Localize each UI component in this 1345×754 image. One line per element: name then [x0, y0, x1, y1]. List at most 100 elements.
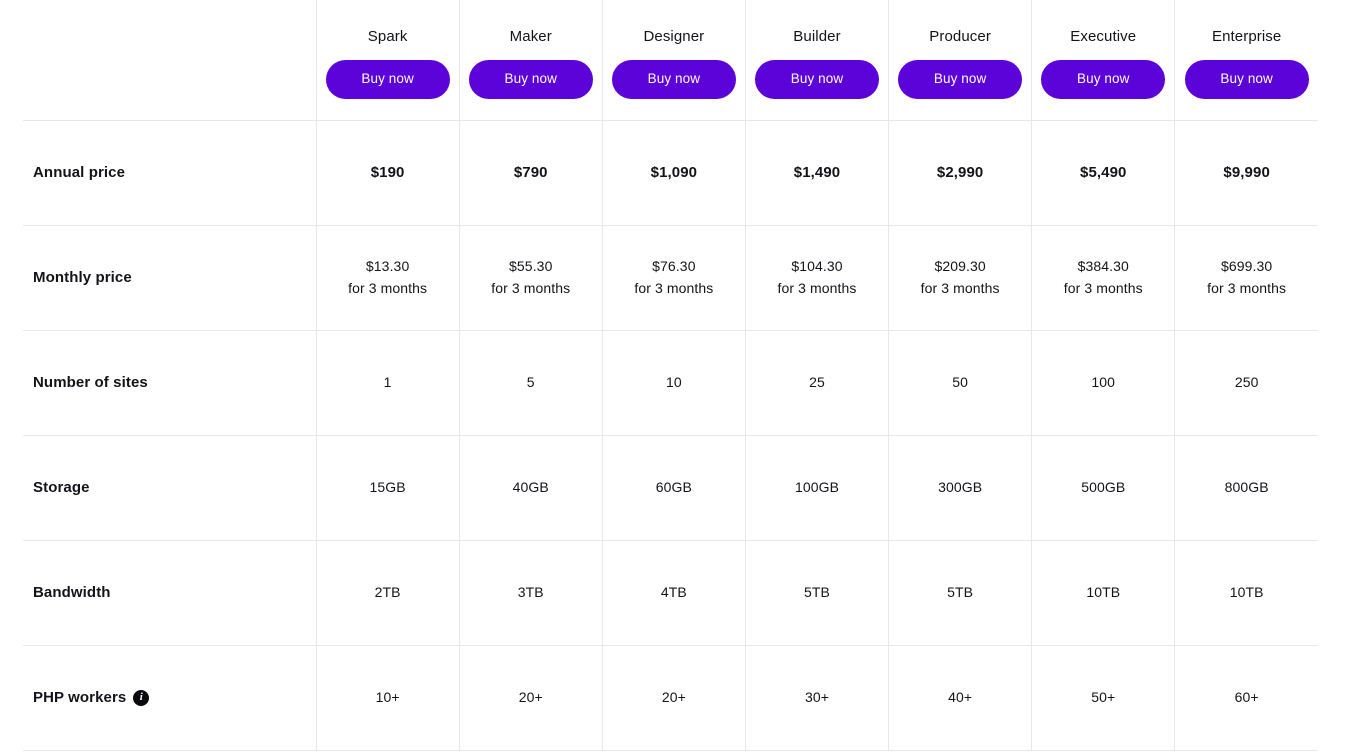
table-row: PHP workers i 10+ 20+ 20+ 30+ 40+ 50+ 60+	[23, 645, 1318, 751]
cell-value: 4TB	[660, 583, 687, 600]
cell-bandwidth-spark: 2TB	[315, 540, 460, 646]
feature-label-annual-price: Annual price	[23, 120, 317, 226]
cell-value: 300GB	[938, 478, 983, 495]
plan-header-maker: Maker Buy now	[458, 0, 603, 121]
cell-monthly-price-designer: $76.30 for 3 months	[601, 225, 746, 331]
plan-name-producer: Producer	[929, 28, 991, 45]
cell-value: 5	[526, 373, 535, 390]
table-row: Number of sites 1 5 10 25 50 100 250	[23, 330, 1318, 436]
cell-php-workers-executive: 50+	[1031, 645, 1175, 751]
cell-value: 15GB	[369, 478, 406, 495]
plan-name-designer: Designer	[643, 28, 705, 45]
buy-now-button-designer[interactable]: Buy now	[611, 60, 736, 99]
table-row: Bandwidth 2TB 3TB 4TB 5TB 5TB 10TB 10TB	[23, 540, 1318, 646]
cell-annual-price-producer: $2,990	[888, 120, 1032, 226]
cell-value: $9,990	[1223, 163, 1270, 181]
cell-value: $1,490	[793, 163, 841, 181]
plan-header-row: Spark Buy now Maker Buy now Designer Buy…	[23, 0, 1318, 121]
cell-value: 5TB	[804, 583, 830, 600]
cell-monthly-price-builder: $104.30 for 3 months	[744, 225, 889, 331]
cell-subnote: for 3 months	[491, 279, 571, 296]
plan-header-enterprise: Enterprise Buy now	[1174, 0, 1318, 121]
cell-value: 50+	[1091, 688, 1116, 705]
buy-now-button-enterprise[interactable]: Buy now	[1184, 60, 1309, 99]
feature-label-number-of-sites: Number of sites	[23, 330, 317, 436]
cell-bandwidth-producer: 5TB	[888, 540, 1032, 646]
feature-label-storage: Storage	[23, 435, 317, 541]
cell-value: 10+	[375, 688, 400, 705]
cell-value: $1,090	[650, 163, 698, 181]
buy-now-button-builder[interactable]: Buy now	[755, 60, 879, 99]
buy-now-button-executive[interactable]: Buy now	[1041, 60, 1166, 99]
buy-now-button-spark[interactable]: Buy now	[325, 60, 450, 99]
cell-subnote: for 3 months	[1063, 279, 1143, 296]
cell-value: 3TB	[517, 583, 544, 600]
feature-label-text: Monthly price	[33, 269, 132, 286]
cell-value: $76.30	[652, 257, 696, 274]
cell-annual-price-enterprise: $9,990	[1174, 120, 1318, 226]
cell-value: 60+	[1234, 688, 1259, 705]
cell-value: 30+	[804, 688, 830, 705]
plan-name-maker: Maker	[509, 28, 552, 45]
cell-sites-designer: 10	[601, 330, 746, 436]
cell-value: $2,990	[936, 163, 984, 181]
cell-monthly-price-producer: $209.30 for 3 months	[888, 225, 1032, 331]
cell-subnote: for 3 months	[777, 279, 857, 296]
cell-annual-price-designer: $1,090	[601, 120, 746, 226]
cell-value: $5,490	[1080, 163, 1127, 181]
pricing-comparison-table: Spark Buy now Maker Buy now Designer Buy…	[23, 0, 1318, 751]
cell-value: 100	[1091, 373, 1116, 390]
cell-value: $55.30	[509, 257, 553, 274]
plan-name-executive: Executive	[1070, 28, 1137, 45]
buy-now-button-maker[interactable]: Buy now	[468, 60, 593, 99]
cell-value: 1	[383, 373, 392, 390]
cell-value: $104.30	[791, 257, 843, 274]
info-icon[interactable]: i	[133, 689, 150, 706]
cell-storage-designer: 60GB	[601, 435, 746, 541]
cell-sites-producer: 50	[888, 330, 1032, 436]
cell-sites-spark: 1	[315, 330, 460, 436]
cell-bandwidth-enterprise: 10TB	[1174, 540, 1318, 646]
table-row: Storage 15GB 40GB 60GB 100GB 300GB 500GB…	[23, 435, 1318, 541]
cell-sites-builder: 25	[744, 330, 889, 436]
table-body: Annual price $190 $790 $1,090 $1,490 $2,…	[23, 120, 1318, 751]
cell-value: 10TB	[1086, 583, 1121, 600]
cell-value: 250	[1234, 373, 1259, 390]
cell-storage-maker: 40GB	[458, 435, 603, 541]
cell-sites-executive: 100	[1031, 330, 1175, 436]
cell-bandwidth-designer: 4TB	[601, 540, 746, 646]
cell-value: 5TB	[947, 583, 974, 600]
table-row: Monthly price $13.30 for 3 months $55.30…	[23, 225, 1318, 331]
cell-php-workers-maker: 20+	[458, 645, 603, 751]
cell-storage-executive: 500GB	[1031, 435, 1175, 541]
cell-subnote: for 3 months	[634, 279, 714, 296]
cell-value: 500GB	[1081, 478, 1126, 495]
cell-storage-producer: 300GB	[888, 435, 1032, 541]
plan-name-spark: Spark	[367, 28, 408, 45]
feature-label-text: Bandwidth	[33, 584, 111, 601]
cell-value: $384.30	[1077, 257, 1129, 274]
cell-value: 25	[809, 373, 825, 390]
cell-subnote: for 3 months	[348, 279, 428, 296]
cell-value: 50	[952, 373, 969, 390]
cell-php-workers-producer: 40+	[888, 645, 1032, 751]
plan-header-spark: Spark Buy now	[315, 0, 460, 121]
feature-label-monthly-price: Monthly price	[23, 225, 317, 331]
plan-header-designer: Designer Buy now	[601, 0, 746, 121]
feature-label-bandwidth: Bandwidth	[23, 540, 317, 646]
cell-value: 40GB	[512, 478, 549, 495]
cell-bandwidth-builder: 5TB	[744, 540, 889, 646]
cell-value: 100GB	[794, 478, 840, 495]
buy-now-button-producer[interactable]: Buy now	[898, 60, 1023, 99]
feature-label-php-workers: PHP workers i	[23, 645, 317, 751]
plan-header-producer: Producer Buy now	[888, 0, 1032, 121]
cell-annual-price-executive: $5,490	[1031, 120, 1175, 226]
cell-annual-price-spark: $190	[315, 120, 460, 226]
table-header: Spark Buy now Maker Buy now Designer Buy…	[23, 0, 1318, 121]
cell-value: $790	[513, 163, 548, 181]
cell-value: $209.30	[934, 257, 986, 274]
feature-column-header	[23, 0, 317, 121]
cell-annual-price-builder: $1,490	[744, 120, 889, 226]
cell-monthly-price-spark: $13.30 for 3 months	[315, 225, 460, 331]
cell-monthly-price-enterprise: $699.30 for 3 months	[1174, 225, 1318, 331]
